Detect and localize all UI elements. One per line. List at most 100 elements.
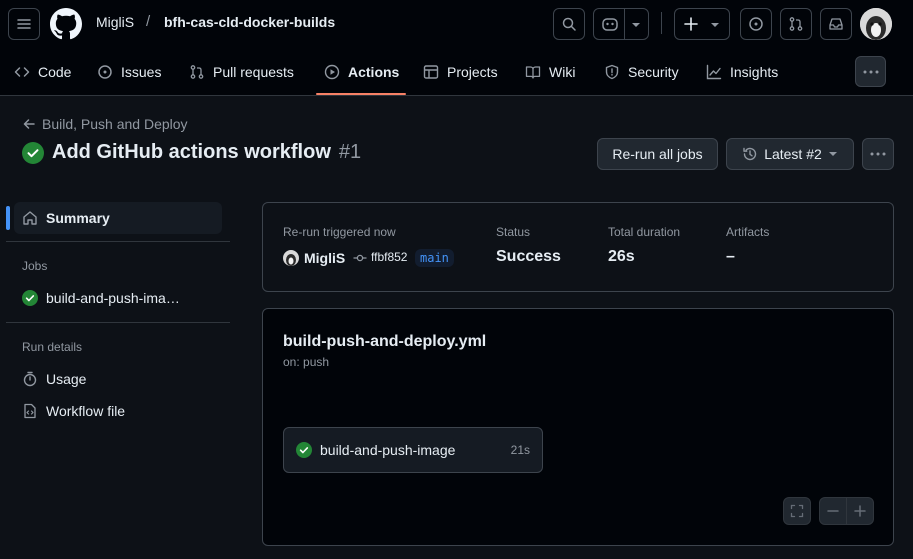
play-icon: [324, 64, 340, 80]
sidebar-item-usage[interactable]: Usage: [14, 363, 222, 395]
rerun-label: Re-run all jobs: [612, 146, 703, 162]
home-icon: [23, 211, 37, 225]
zoom-in-button[interactable]: [846, 497, 874, 525]
run-summary-card: Re-run triggered now MigliS ffbf852 Stat…: [262, 202, 894, 292]
sidebar-usage-label: Usage: [46, 371, 87, 387]
tab-security-label: Security: [628, 64, 679, 80]
plus-icon: [854, 505, 866, 517]
active-tab-indicator: [316, 93, 406, 95]
tab-insights[interactable]: Insights: [706, 60, 778, 84]
sidebar-summary-label: Summary: [46, 210, 110, 226]
run-title: Add GitHub actions workflow: [52, 141, 331, 163]
sidebar-item-job[interactable]: build-and-push-ima…: [14, 282, 222, 314]
copilot-divider: [624, 9, 625, 39]
pull-request-icon: [789, 17, 803, 31]
tab-wiki[interactable]: Wiki: [525, 60, 575, 84]
duration-label: Total duration: [608, 225, 681, 239]
check-circle-fill-icon: [22, 141, 44, 164]
pull-requests-button[interactable]: [780, 8, 812, 40]
status-value: Success: [496, 248, 561, 265]
inbox-icon: [829, 18, 843, 30]
create-new-button[interactable]: [674, 8, 730, 40]
duration-value: 26s: [608, 248, 635, 265]
tab-projects[interactable]: Projects: [423, 60, 498, 84]
actor-avatar[interactable]: [283, 250, 299, 266]
sidebar-job-label: build-and-push-ima…: [46, 290, 180, 306]
tab-issues[interactable]: Issues: [97, 60, 161, 84]
job-node[interactable]: build-and-push-image 21s: [283, 427, 543, 473]
workflow-file-name[interactable]: build-push-and-deploy.yml: [283, 333, 486, 351]
issue-icon: [749, 17, 763, 31]
issue-icon: [98, 65, 112, 79]
back-to-workflow-link[interactable]: Build, Push and Deploy: [22, 116, 188, 132]
tab-pull-requests-label: Pull requests: [213, 64, 294, 80]
check-circle-fill-icon: [22, 290, 38, 306]
trigger-label: Re-run triggered now: [283, 225, 396, 239]
table-icon: [423, 65, 439, 79]
breadcrumb-repo[interactable]: bfh-cas-cld-docker-builds: [164, 14, 335, 30]
arrow-left-icon: [23, 119, 35, 129]
actor-name[interactable]: MigliS: [304, 250, 345, 266]
sidebar-workflow-file-label: Workflow file: [46, 403, 126, 419]
search-icon: [562, 17, 576, 31]
sidebar-divider: [6, 241, 230, 242]
tab-wiki-label: Wiki: [549, 64, 576, 80]
chevron-down-icon: [711, 23, 719, 27]
zoom-out-button[interactable]: [819, 497, 847, 525]
top-header: MigliS / bfh-cas-cld-docker-builds Code …: [0, 0, 913, 96]
sidebar-jobs-heading: Jobs: [22, 259, 48, 273]
plus-icon: [684, 17, 698, 31]
sidebar-divider: [6, 322, 230, 323]
job-node-name: build-and-push-image: [320, 442, 456, 458]
breadcrumb-owner[interactable]: MigliS: [96, 14, 134, 30]
chevron-down-icon[interactable]: [631, 21, 641, 29]
shield-icon: [605, 64, 619, 80]
chevron-down-icon: [828, 152, 837, 156]
header-divider: [661, 12, 662, 34]
back-link-label: Build, Push and Deploy: [42, 116, 188, 132]
attempt-selector[interactable]: Latest #2: [726, 138, 854, 170]
kebab-horizontal-icon: [863, 70, 878, 73]
menu-button[interactable]: [8, 8, 40, 40]
run-number: #1: [338, 141, 362, 163]
avatar[interactable]: [860, 8, 892, 40]
branch-badge[interactable]: main: [415, 249, 454, 267]
book-icon: [525, 66, 541, 79]
search-button[interactable]: [553, 8, 585, 40]
attempt-label: Latest #2: [764, 146, 822, 162]
commit-sha[interactable]: ffbf852: [371, 250, 407, 264]
check-circle-fill-icon: [296, 442, 312, 458]
workflow-trigger: on: push: [283, 355, 330, 369]
sidebar-item-workflow-file[interactable]: Workflow file: [14, 395, 222, 427]
tab-actions-label: Actions: [348, 64, 400, 80]
copilot-button[interactable]: [593, 8, 649, 40]
fullscreen-button[interactable]: [783, 497, 811, 525]
kebab-horizontal-icon: [870, 152, 886, 156]
inbox-button[interactable]: [820, 8, 852, 40]
more-tabs-button[interactable]: [855, 56, 886, 87]
file-code-icon: [24, 403, 36, 419]
tab-code-label: Code: [38, 64, 72, 80]
active-sidebar-marker: [6, 206, 10, 230]
tab-actions[interactable]: Actions: [324, 60, 399, 84]
tab-security[interactable]: Security: [604, 60, 679, 84]
graph-icon: [706, 64, 722, 80]
rerun-all-jobs-button[interactable]: Re-run all jobs: [597, 138, 718, 170]
tab-code[interactable]: Code: [14, 60, 71, 84]
tab-pull-requests[interactable]: Pull requests: [189, 60, 294, 84]
copilot-icon: [602, 18, 618, 31]
history-icon: [743, 147, 757, 161]
artifacts-value: –: [726, 248, 735, 265]
stopwatch-icon: [23, 371, 37, 387]
run-more-actions-button[interactable]: [862, 138, 894, 170]
issues-button[interactable]: [740, 8, 772, 40]
artifacts-label: Artifacts: [726, 225, 770, 239]
screen-full-icon: [790, 504, 804, 518]
breadcrumb-separator: /: [146, 13, 151, 30]
github-logo-icon[interactable]: [50, 8, 82, 40]
tab-insights-label: Insights: [730, 64, 779, 80]
sidebar-item-summary[interactable]: Summary: [14, 202, 222, 234]
code-icon: [14, 67, 30, 77]
tab-issues-label: Issues: [121, 64, 162, 80]
tab-projects-label: Projects: [447, 64, 498, 80]
